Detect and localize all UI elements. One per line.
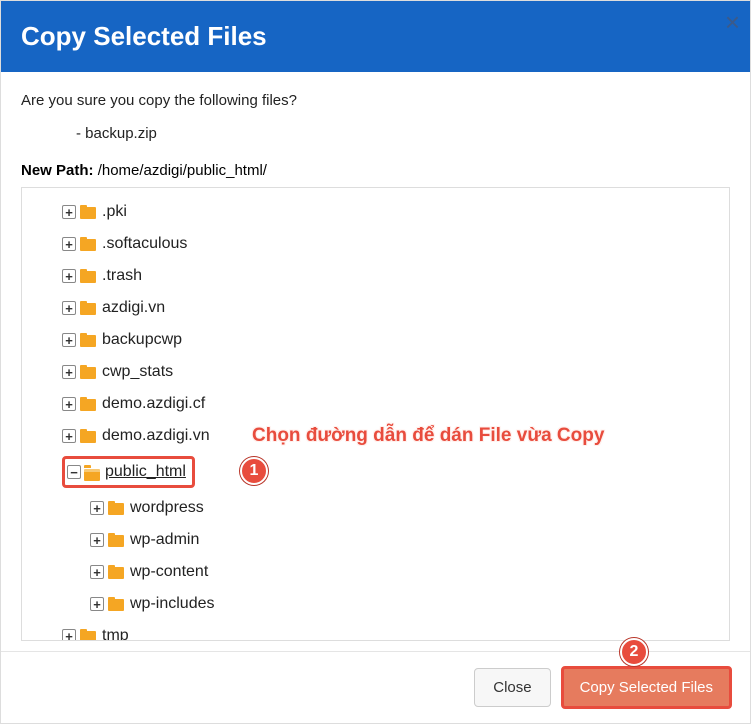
close-icon[interactable]: × <box>725 7 740 38</box>
modal-body: Are you sure you copy the following file… <box>1 72 750 651</box>
new-path-line: New Path: /home/azdigi/public_html/ <box>21 162 730 179</box>
folder-label: wp-includes <box>130 592 214 616</box>
tree-item-cwp-stats[interactable]: + cwp_stats <box>34 356 717 388</box>
expand-icon[interactable]: + <box>62 237 76 251</box>
expand-icon[interactable]: + <box>90 533 104 547</box>
modal-title: Copy Selected Files <box>21 21 730 52</box>
folder-icon <box>108 597 126 611</box>
folder-icon <box>80 301 98 315</box>
folder-label: public_html <box>105 460 186 484</box>
expand-icon[interactable]: + <box>62 629 76 641</box>
folder-open-icon <box>84 465 102 479</box>
tree-item-wp-admin[interactable]: + wp-admin <box>34 524 717 556</box>
tree-item-azdigi-vn[interactable]: + azdigi.vn <box>34 292 717 324</box>
folder-icon <box>80 205 98 219</box>
tree-item--trash[interactable]: + .trash <box>34 260 717 292</box>
tree-item-wp-content[interactable]: + wp-content <box>34 556 717 588</box>
folder-tree[interactable]: + .pki + .softaculous + .trash + azdigi.vn + back… <box>21 187 730 641</box>
folder-label: wp-admin <box>130 528 199 552</box>
confirm-message: Are you sure you copy the following file… <box>21 92 730 109</box>
folder-icon <box>80 429 98 443</box>
file-item: - backup.zip <box>76 125 730 142</box>
copy-files-modal: Copy Selected Files × Are you sure you c… <box>0 0 751 724</box>
folder-icon <box>80 629 98 641</box>
selected-folder-highlight: − public_html <box>62 456 195 488</box>
expand-icon[interactable]: + <box>90 597 104 611</box>
collapse-icon[interactable]: − <box>67 465 81 479</box>
expand-icon[interactable]: + <box>62 397 76 411</box>
folder-label: .pki <box>102 200 127 224</box>
expand-icon[interactable]: + <box>62 333 76 347</box>
folder-label: wordpress <box>130 496 204 520</box>
tree-item-public-html[interactable]: − public_html <box>34 452 717 492</box>
tree-item-tmp[interactable]: + tmp <box>34 620 717 641</box>
folder-label: demo.azdigi.vn <box>102 424 210 448</box>
folder-icon <box>108 565 126 579</box>
tree-item--softaculous[interactable]: + .softaculous <box>34 228 717 260</box>
tree-item-backupcwp[interactable]: + backupcwp <box>34 324 717 356</box>
modal-header: Copy Selected Files × <box>1 1 750 72</box>
tree-item-wordpress[interactable]: + wordpress <box>34 492 717 524</box>
expand-icon[interactable]: + <box>62 429 76 443</box>
folder-label: .softaculous <box>102 232 187 256</box>
expand-icon[interactable]: + <box>62 269 76 283</box>
close-button[interactable]: Close <box>474 668 550 707</box>
tree-item-demo-azdigi-cf[interactable]: + demo.azdigi.cf <box>34 388 717 420</box>
expand-icon[interactable]: + <box>90 565 104 579</box>
folder-label: cwp_stats <box>102 360 173 384</box>
folder-label: backupcwp <box>102 328 182 352</box>
folder-label: demo.azdigi.cf <box>102 392 205 416</box>
folder-icon <box>80 269 98 283</box>
tree-item-demo-azdigi-vn[interactable]: + demo.azdigi.vn <box>34 420 717 452</box>
expand-icon[interactable]: + <box>62 365 76 379</box>
folder-icon <box>80 397 98 411</box>
expand-icon[interactable]: + <box>62 301 76 315</box>
folder-label: .trash <box>102 264 142 288</box>
folder-icon <box>80 237 98 251</box>
tree-item-wp-includes[interactable]: + wp-includes <box>34 588 717 620</box>
folder-icon <box>80 333 98 347</box>
folder-label: azdigi.vn <box>102 296 165 320</box>
folder-icon <box>80 365 98 379</box>
expand-icon[interactable]: + <box>90 501 104 515</box>
expand-icon[interactable]: + <box>62 205 76 219</box>
copy-selected-files-button[interactable]: Copy Selected Files <box>561 666 732 709</box>
folder-icon <box>108 533 126 547</box>
tree-item--pki[interactable]: + .pki <box>34 196 717 228</box>
folder-label: wp-content <box>130 560 208 584</box>
modal-footer: 2 Close Copy Selected Files <box>1 651 750 723</box>
folder-icon <box>108 501 126 515</box>
folder-label: tmp <box>102 624 129 641</box>
